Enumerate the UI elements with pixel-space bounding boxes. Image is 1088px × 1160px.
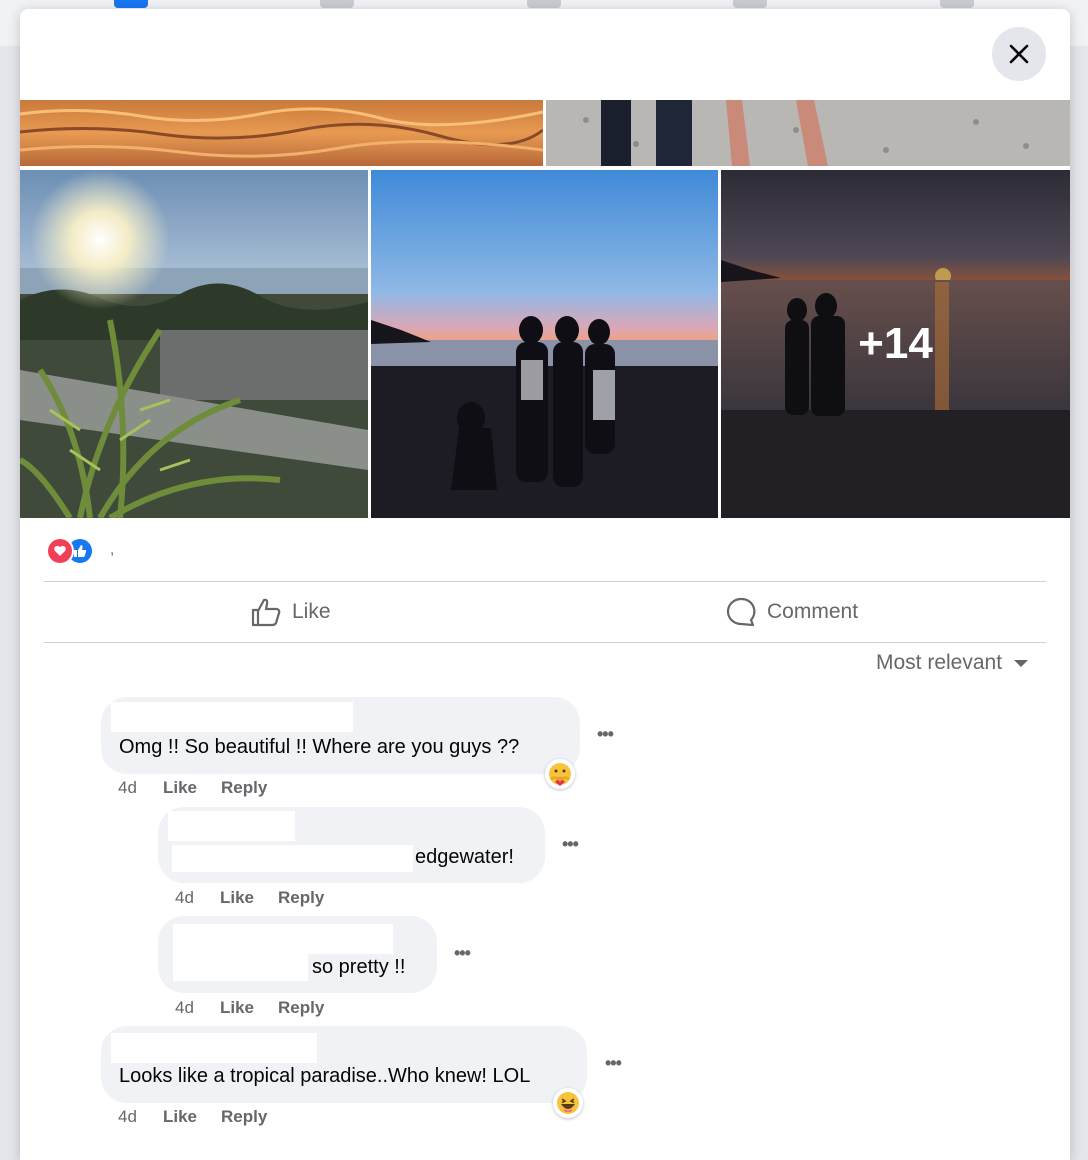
- comment-reply-link[interactable]: Reply: [221, 1107, 267, 1127]
- reaction-count: ,: [110, 541, 115, 558]
- haha-emoji-icon[interactable]: [553, 1088, 583, 1118]
- comment-like-link[interactable]: Like: [163, 1107, 197, 1127]
- comment-button[interactable]: Comment: [725, 583, 858, 641]
- like-button-label: Like: [292, 600, 331, 623]
- redacted-author-name: [168, 811, 295, 841]
- comment-text: Omg !! So beautiful !! Where are you guy…: [119, 736, 520, 758]
- close-button[interactable]: [992, 27, 1046, 81]
- comment-text: so pretty !!: [312, 956, 406, 978]
- gaming-nav-icon[interactable]: [940, 0, 974, 8]
- redacted-author-name: [173, 924, 393, 954]
- like-icon: [251, 598, 281, 627]
- care-emoji-icon[interactable]: [545, 759, 575, 789]
- comment-reply-link[interactable]: Reply: [221, 778, 267, 798]
- comment-age: 4d: [175, 888, 194, 907]
- photo-beach-silhouettes[interactable]: [371, 170, 718, 518]
- redacted-mention: [173, 954, 308, 981]
- photo-water-ripples[interactable]: [20, 100, 543, 166]
- comment-age: 4d: [118, 778, 137, 797]
- comment-options-button[interactable]: •••: [454, 943, 471, 964]
- divider: [44, 642, 1046, 643]
- comment-options-button[interactable]: •••: [562, 834, 579, 855]
- close-icon: [1009, 44, 1029, 64]
- photo-sunset-couple[interactable]: +14: [721, 170, 1070, 518]
- comment-like-link[interactable]: Like: [220, 998, 254, 1018]
- comment-text: edgewater!: [415, 846, 514, 868]
- comment-reply-link[interactable]: Reply: [278, 998, 324, 1018]
- comment-age: 4d: [175, 998, 194, 1017]
- caret-down-icon: [1014, 659, 1029, 667]
- comment-text: Looks like a tropical paradise..Who knew…: [119, 1065, 531, 1087]
- sort-label: Most relevant: [876, 651, 1003, 674]
- like-button[interactable]: Like: [250, 583, 331, 641]
- comment-button-label: Comment: [767, 600, 859, 623]
- comment-reply-link[interactable]: Reply: [278, 888, 324, 908]
- comment-sort-dropdown[interactable]: Most relevant: [876, 651, 1029, 675]
- video-nav-icon[interactable]: [320, 0, 354, 8]
- groups-nav-icon[interactable]: [733, 0, 767, 8]
- redacted-author-name: [111, 702, 353, 732]
- comment-age: 4d: [118, 1107, 137, 1126]
- redacted-mention: [172, 845, 413, 872]
- love-reaction-icon: [46, 537, 74, 565]
- photo-sand-feet[interactable]: [546, 100, 1070, 166]
- post-dialog: +14 , Like Comment Most relevant Omg !! …: [20, 9, 1070, 1160]
- redacted-author-name: [111, 1033, 317, 1063]
- comment-options-button[interactable]: •••: [605, 1053, 622, 1074]
- comment-like-link[interactable]: Like: [163, 778, 197, 798]
- more-photos-count[interactable]: +14: [721, 170, 1070, 518]
- home-nav-icon[interactable]: [114, 0, 148, 8]
- divider: [44, 581, 1046, 582]
- comment-options-button[interactable]: •••: [597, 724, 614, 745]
- marketplace-nav-icon[interactable]: [527, 0, 561, 8]
- comment-like-link[interactable]: Like: [220, 888, 254, 908]
- photo-palm-sunrise[interactable]: [20, 170, 368, 518]
- comment-icon: [726, 597, 756, 627]
